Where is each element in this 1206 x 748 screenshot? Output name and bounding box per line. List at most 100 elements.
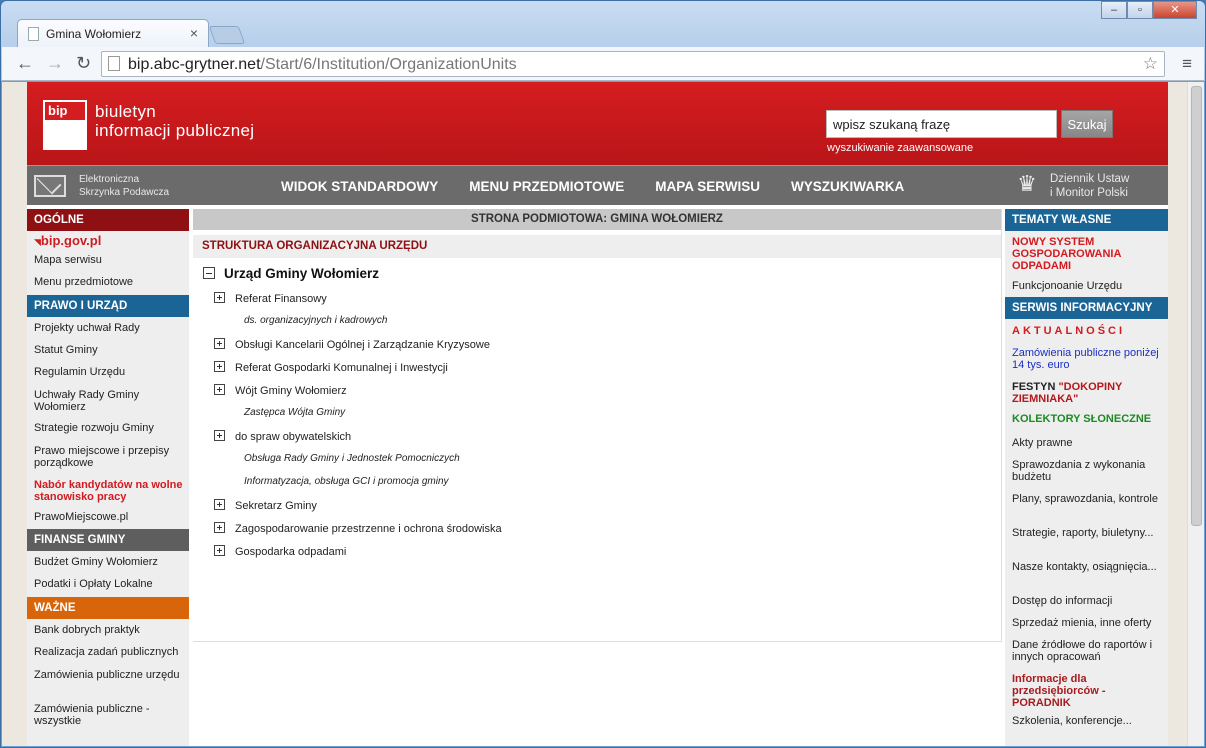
link-strategie[interactable]: Strategie, raporty, biuletyny... <box>1005 521 1168 555</box>
bookmark-star-icon[interactable]: ☆ <box>1143 54 1158 74</box>
link-plany[interactable]: Plany, sprawozdania, kontrole <box>1005 487 1168 521</box>
tree-node[interactable]: Obsługi Kancelarii Ogólnej i Zarządzanie… <box>214 338 490 351</box>
page: bip biuletyn informacji publicznej Szuka… <box>27 82 1168 746</box>
link-dostep[interactable]: Dostęp do informacji <box>1005 589 1168 611</box>
tree-node[interactable]: Referat Gospodarki Komunalnej i Inwestyc… <box>214 361 448 374</box>
new-tab-button[interactable] <box>208 26 246 44</box>
reload-icon[interactable]: ↻ <box>76 53 91 74</box>
envelope-icon[interactable] <box>34 175 66 197</box>
url-text[interactable]: bip.abc-grytner.net/Start/6/Institution/… <box>128 56 517 74</box>
close-window-button[interactable]: ✕ <box>1153 1 1197 19</box>
section-serwis: SERWIS INFORMACYJNY <box>1005 297 1168 319</box>
sidebar-item-nabor[interactable]: Nabór kandydatów na wolne stanowisko pra… <box>27 473 189 507</box>
section-title: STRUKTURA ORGANIZACYJNA URZĘDU <box>193 235 1001 258</box>
expand-icon[interactable] <box>214 361 225 372</box>
sidebar-item-uchwaly[interactable]: Uchwały Rady Gminy Wołomierz <box>27 383 189 417</box>
collapse-icon[interactable] <box>203 267 215 279</box>
expand-icon[interactable] <box>214 292 225 303</box>
nav-menu-przedmiotowe[interactable]: MENU PRZEDMIOTOWE <box>469 179 624 194</box>
tree-leaf[interactable]: Obsługa Rady Gminy i Jednostek Pomocnicz… <box>244 453 460 464</box>
tree-node[interactable]: Wójt Gminy Wołomierz <box>214 384 347 397</box>
sidebar-item-mapa[interactable]: Mapa serwisu <box>27 251 189 273</box>
section-ogolne: OGÓLNE <box>27 209 189 231</box>
left-sidebar: OGÓLNE ◥bip.gov.pl Mapa serwisu Menu prz… <box>27 209 189 746</box>
sidebar-item-podatki[interactable]: Podatki i Opłaty Lokalne <box>27 573 189 595</box>
forward-icon[interactable]: → <box>46 53 64 74</box>
link-funkcjonowanie[interactable]: Funkcjonoanie Urzędu <box>1005 275 1168 297</box>
site-header: bip biuletyn informacji publicznej Szuka… <box>27 82 1168 165</box>
bip-logo[interactable]: bip <box>43 100 87 150</box>
expand-icon[interactable] <box>214 545 225 556</box>
expand-icon[interactable] <box>214 522 225 533</box>
scrollbar-thumb[interactable] <box>1191 86 1202 526</box>
section-finanse: FINANSE GMINY <box>27 529 189 551</box>
link-zamowienia[interactable]: Zamówienia publiczne poniżej 14 tys. eur… <box>1005 341 1168 375</box>
link-sprawozdania[interactable]: Sprawozdania z wykonania budżetu <box>1005 453 1168 487</box>
browser-window: Gmina Wołomierz × – ▫ ✕ ← → ↻ bip.abc-gr… <box>0 0 1206 748</box>
link-kontakty[interactable]: Nasze kontakty, osiągnięcia... <box>1005 555 1168 589</box>
main-content: STRONA PODMIOTOWA: GMINA WOŁOMIERZ STRUK… <box>193 209 1002 642</box>
expand-icon[interactable] <box>214 338 225 349</box>
tree-node[interactable]: Referat Finansowy <box>214 292 327 305</box>
nav-widok-standardowy[interactable]: WIDOK STANDARDOWY <box>281 179 438 194</box>
vertical-scrollbar[interactable] <box>1187 82 1204 746</box>
sidebar-item-zamowienia-urzedu[interactable]: Zamówienia publiczne urzędu <box>27 663 189 697</box>
sidebar-item-realizacja[interactable]: Realizacja zadań publicznych <box>27 641 189 663</box>
main-menu: WIDOK STANDARDOWY MENU PRZEDMIOTOWE MAPA… <box>281 179 904 194</box>
link-sprzedaz[interactable]: Sprzedaż mienia, inne oferty <box>1005 611 1168 633</box>
sidebar-item-menu[interactable]: Menu przedmiotowe <box>27 273 189 295</box>
sidebar-item-prawomiejscowe-pl[interactable]: PrawoMiejscowe.pl <box>27 507 189 529</box>
page-icon <box>28 27 39 41</box>
close-tab-icon[interactable]: × <box>190 25 198 41</box>
dziennik-ustaw-link[interactable]: Dziennik Ustaw i Monitor Polski <box>1050 172 1129 200</box>
browser-tab[interactable]: Gmina Wołomierz × <box>17 19 209 47</box>
browser-toolbar: ← → ↻ bip.abc-grytner.net/Start/6/Instit… <box>2 47 1204 81</box>
search-input[interactable] <box>826 110 1057 138</box>
tree-node[interactable]: do spraw obywatelskich <box>214 430 351 443</box>
advanced-search-link[interactable]: wyszukiwanie zaawansowane <box>827 142 973 154</box>
back-icon[interactable]: ← <box>16 53 34 74</box>
sidebar-item-projekty[interactable]: Projekty uchwał Rady <box>27 317 189 339</box>
tree-leaf[interactable]: Informatyzacja, obsługa GCI i promocja g… <box>244 476 449 487</box>
link-kolektory[interactable]: KOLEKTORY SŁONECZNE <box>1005 409 1168 431</box>
link-informacje[interactable]: Informacje dla przedsiębiorców - PORADNI… <box>1005 667 1168 711</box>
expand-icon[interactable] <box>214 499 225 510</box>
tree-leaf[interactable]: Zastępca Wójta Gminy <box>244 407 345 418</box>
sidebar-item-budzet[interactable]: Budżet Gminy Wołomierz <box>27 551 189 573</box>
sidebar-item-prawo-miejscowe[interactable]: Prawo miejscowe i przepisy porządkowe <box>27 439 189 473</box>
page-viewport: bip biuletyn informacji publicznej Szuka… <box>2 82 1204 746</box>
tree-node[interactable]: Sekretarz Gminy <box>214 499 317 512</box>
section-tematy: TEMATY WŁASNE <box>1005 209 1168 231</box>
link-aktualnosci[interactable]: AKTUALNOŚCI <box>1005 319 1168 341</box>
maximize-button[interactable]: ▫ <box>1127 1 1153 19</box>
tree-leaf[interactable]: ds. organizacyjnych i kadrowych <box>244 315 387 326</box>
sidebar-item-statut[interactable]: Statut Gminy <box>27 339 189 361</box>
tree-node[interactable]: Gospodarka odpadami <box>214 545 346 558</box>
tree-node[interactable]: Zagospodarowanie przestrzenne i ochrona … <box>214 522 502 535</box>
epuap-link[interactable]: Elektroniczna Skrzynka Podawcza <box>79 173 169 199</box>
sidebar-item-regulamin[interactable]: Regulamin Urzędu <box>27 361 189 383</box>
sidebar-item-strategie[interactable]: Strategie rozwoju Gminy <box>27 417 189 439</box>
tree-root[interactable]: Urząd Gminy Wołomierz <box>203 266 379 281</box>
nav-wyszukiwarka[interactable]: WYSZUKIWARKA <box>791 179 904 194</box>
sidebar-item-bank[interactable]: Bank dobrych praktyk <box>27 619 189 641</box>
site-title[interactable]: biuletyn informacji publicznej <box>95 102 254 140</box>
eagle-emblem-icon[interactable]: ♛ <box>1013 171 1041 201</box>
right-sidebar: TEMATY WŁASNE NOWY SYSTEM GOSPODAROWANIA… <box>1005 209 1168 746</box>
main-navbar: Elektroniczna Skrzynka Podawcza WIDOK ST… <box>27 165 1168 205</box>
bipgov-link[interactable]: ◥bip.gov.pl <box>27 231 189 251</box>
link-szkolenia[interactable]: Szkolenia, konferencje... <box>1005 711 1168 733</box>
address-bar[interactable]: bip.abc-grytner.net/Start/6/Institution/… <box>101 51 1165 77</box>
link-akty[interactable]: Akty prawne <box>1005 431 1168 453</box>
link-dane[interactable]: Dane źródłowe do raportów i innych oprac… <box>1005 633 1168 667</box>
minimize-button[interactable]: – <box>1101 1 1127 19</box>
page-title: STRONA PODMIOTOWA: GMINA WOŁOMIERZ <box>193 209 1001 230</box>
nav-mapa-serwisu[interactable]: MAPA SERWISU <box>655 179 760 194</box>
link-festyn[interactable]: FESTYN "DOKOPINY ZIEMNIAKA" <box>1005 375 1168 409</box>
expand-icon[interactable] <box>214 384 225 395</box>
browser-menu-icon[interactable]: ≡ <box>1182 54 1192 74</box>
link-nowy-system[interactable]: NOWY SYSTEM GOSPODAROWANIA ODPADAMI <box>1005 231 1168 275</box>
search-button[interactable]: Szukaj <box>1061 110 1113 138</box>
expand-icon[interactable] <box>214 430 225 441</box>
sidebar-item-zamowienia-wszystkie[interactable]: Zamówienia publiczne - wszystkie <box>27 697 189 731</box>
